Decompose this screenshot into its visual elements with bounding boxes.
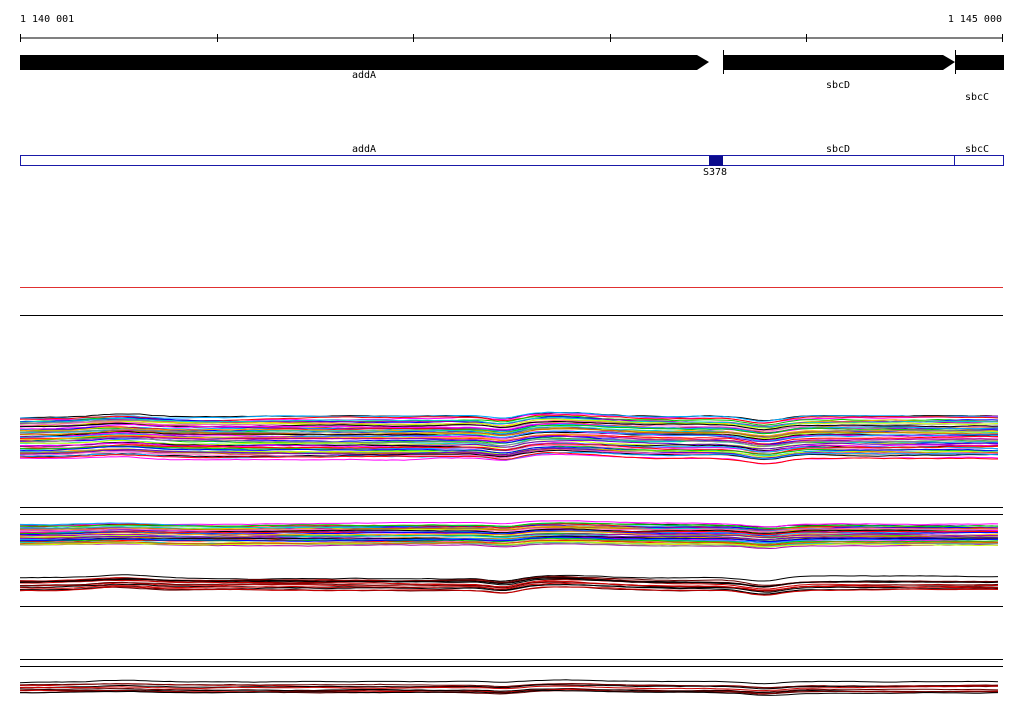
annotation-track-box[interactable] [20, 155, 1004, 166]
feature-s378-marker[interactable] [709, 156, 723, 166]
expression-profiles-track-3 [19, 574, 999, 596]
gene-arrow-sbcd[interactable] [723, 55, 955, 70]
gene-arrow-adda[interactable] [20, 55, 709, 70]
genome-browser-canvas[interactable] [0, 0, 1024, 714]
gene-arrow-sbcc[interactable] [955, 55, 1004, 70]
coordinate-ruler [20, 34, 1003, 42]
expression-profiles-track-2 [19, 520, 999, 550]
expression-profiles-track-4 [19, 679, 999, 696]
expression-profiles-track-1 [19, 411, 999, 465]
profile-line [19, 679, 999, 685]
